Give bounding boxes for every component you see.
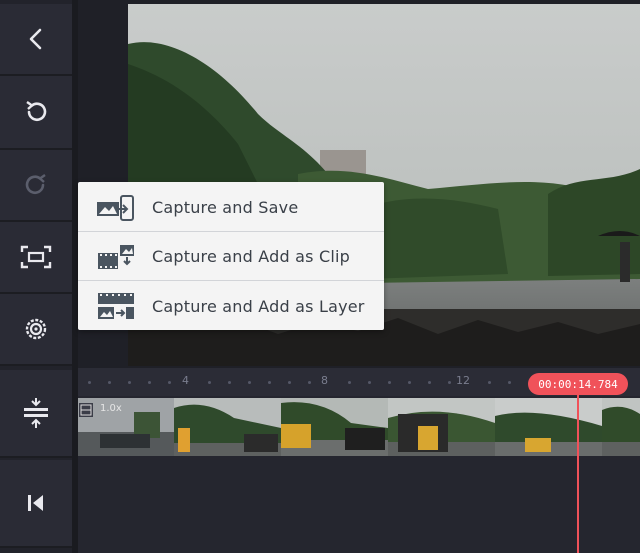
current-time-badge[interactable]: 00:00:14.784 [528, 373, 628, 395]
capture-clip-icon [98, 245, 134, 269]
capture-save-icon [97, 195, 134, 221]
capture-and-add-as-layer-label: Capture and Add as Layer [152, 296, 365, 316]
clip-thumbnail [495, 398, 602, 456]
ruler-tick-8: 8 [321, 374, 328, 387]
capture-layer-icon [98, 293, 134, 319]
ruler-tick-4: 4 [182, 374, 189, 387]
back-button[interactable] [0, 4, 72, 76]
settings-gear-icon [25, 318, 47, 340]
back-chevron-icon [29, 28, 42, 50]
clip-thumbnail [388, 398, 495, 456]
clip-thumbnail [174, 398, 281, 456]
settings-button[interactable] [0, 294, 72, 366]
layer-align-button[interactable] [0, 370, 72, 458]
capture-and-save-label: Capture and Save [152, 198, 299, 217]
capture-and-add-as-clip-label: Capture and Add as Clip [152, 247, 350, 266]
capture-and-add-as-clip-item[interactable]: Capture and Add as Clip [78, 233, 384, 281]
ruler-tick-12: 12 [456, 374, 470, 387]
skip-to-start-button[interactable] [0, 460, 72, 548]
clip-thumbnail [281, 398, 388, 456]
skip-to-start-icon [28, 495, 43, 511]
redo-button[interactable] [0, 150, 72, 222]
capture-frame-icon [20, 245, 52, 269]
playhead[interactable] [577, 386, 579, 553]
video-clip-track[interactable] [78, 398, 640, 456]
clip-frame-icon [79, 403, 93, 417]
redo-icon [25, 174, 46, 194]
clip-speed-label: 1.0x [100, 403, 122, 414]
layer-align-icon [24, 398, 48, 428]
capture-menu: Capture and Save Capture and Add as Clip… [78, 182, 384, 330]
capture-frame-button[interactable] [0, 222, 72, 294]
capture-and-add-as-layer-item[interactable]: Capture and Add as Layer [78, 282, 384, 330]
left-toolbar [0, 0, 72, 553]
capture-and-save-item[interactable]: Capture and Save [78, 184, 384, 232]
clip-thumbnail [602, 398, 640, 456]
undo-button[interactable] [0, 76, 72, 150]
undo-icon [26, 101, 47, 121]
